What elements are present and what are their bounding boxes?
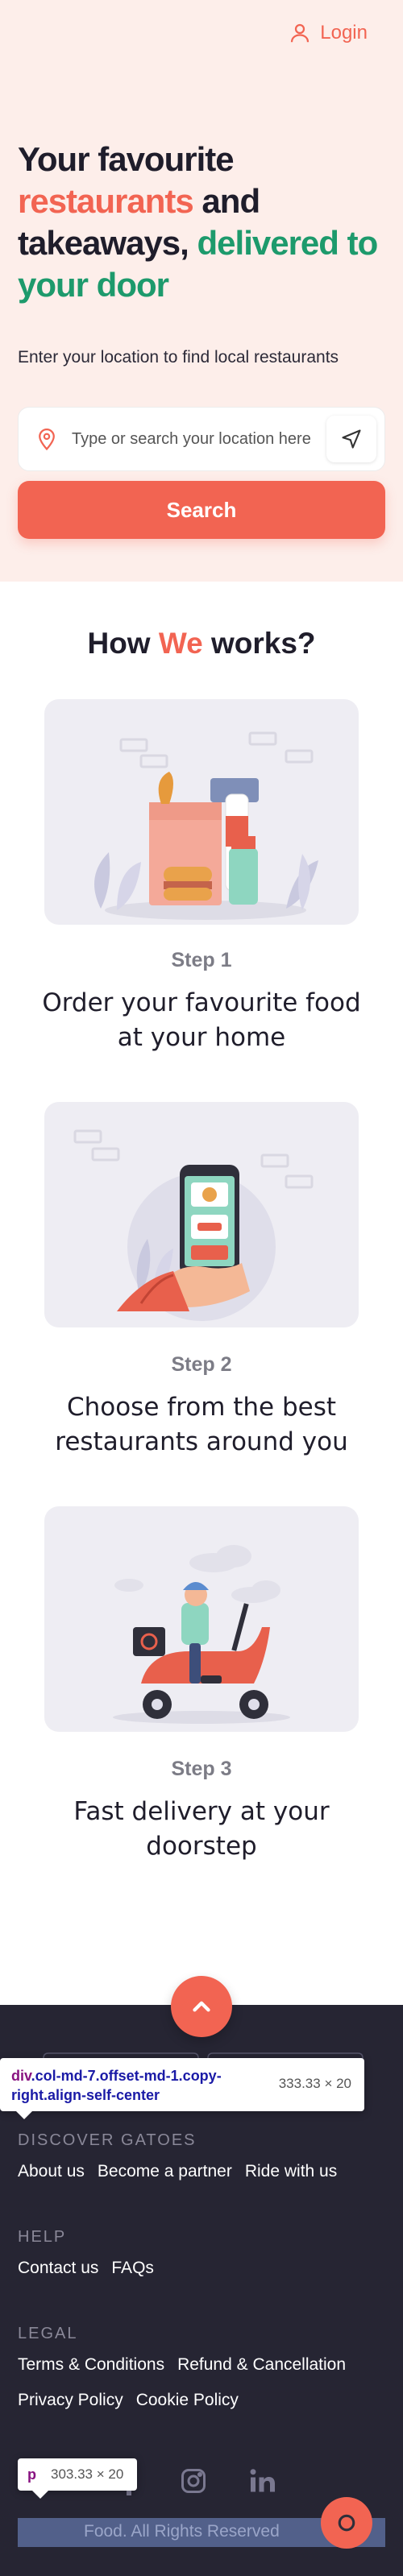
- tooltip-dimensions: 303.33 × 20: [51, 2466, 124, 2482]
- footer-link-partner[interactable]: Become a partner: [98, 2162, 232, 2181]
- footer-heading-legal: LEGAL: [18, 2325, 78, 2342]
- hero-section: Login Your favourite restaurants and tak…: [0, 0, 403, 582]
- location-search-box: [18, 407, 385, 471]
- tooltip-arrow: [32, 2491, 48, 2499]
- footer-link-terms[interactable]: Terms & Conditions: [18, 2355, 164, 2375]
- footer-link-contact[interactable]: Contact us: [18, 2259, 98, 2278]
- step-1-illustration: [44, 699, 359, 925]
- step-3-text: Fast delivery at your doorstep: [73, 1797, 330, 1861]
- footer-links-legal-row2: Privacy Policy Cookie Policy: [18, 2391, 239, 2410]
- login-link[interactable]: Login: [288, 21, 368, 45]
- step-2-text: Choose from the best restaurants around …: [55, 1393, 348, 1456]
- step-1-number: Step 1: [171, 949, 232, 971]
- step-3-number: Step 3: [171, 1758, 232, 1780]
- footer-link-about[interactable]: About us: [18, 2162, 85, 2181]
- linkedin-icon[interactable]: [247, 2465, 279, 2497]
- location-pin-icon: [39, 429, 55, 451]
- footer-link-privacy[interactable]: Privacy Policy: [18, 2391, 123, 2410]
- locate-me-button[interactable]: [326, 416, 376, 462]
- hero-title: Your favourite restaurants and takeaways…: [18, 140, 378, 304]
- how-it-works-title: How We works?: [87, 627, 316, 660]
- footer-links-legal-row1: Terms & Conditions Refund & Cancellation: [18, 2355, 346, 2375]
- scroll-to-top-button[interactable]: [171, 1976, 232, 2037]
- footer-link-ride[interactable]: Ride with us: [245, 2162, 337, 2181]
- tooltip-dimensions: 333.33 × 20: [278, 2076, 351, 2091]
- chat-icon: [338, 2514, 355, 2532]
- step-1-text: Order your favourite food at your home: [42, 988, 361, 1052]
- chevron-up-icon: [193, 2001, 210, 2012]
- step-3-illustration: [44, 1506, 359, 1732]
- chat-button[interactable]: [321, 2497, 372, 2549]
- tooltip-selector: div.col-md-7.offset-md-1.copy-right.alig…: [11, 2068, 222, 2103]
- login-label: Login: [320, 22, 368, 43]
- step-2-illustration: [44, 1102, 359, 1327]
- copyright-text: Food. All Rights Reserved: [84, 2522, 280, 2541]
- devtools-p-tooltip: p 303.33 × 20: [18, 2458, 137, 2499]
- search-button[interactable]: Search: [18, 481, 385, 539]
- footer-heading-help: HELP: [18, 2228, 67, 2246]
- tooltip-tag: p: [27, 2466, 36, 2483]
- footer-link-faqs[interactable]: FAQs: [111, 2259, 154, 2278]
- devtools-element-tooltip: div.col-md-7.offset-md-1.copy-right.alig…: [0, 2058, 364, 2119]
- instagram-icon[interactable]: [177, 2465, 210, 2497]
- user-icon: [291, 23, 310, 43]
- tooltip-arrow: [16, 2111, 32, 2119]
- footer-links-discover: About us Become a partner Ride with us: [18, 2162, 337, 2181]
- navigation-arrow-icon: [342, 429, 361, 449]
- step-2-number: Step 2: [171, 1353, 232, 1376]
- footer-links-help: Contact us FAQs: [18, 2259, 154, 2278]
- footer-heading-discover: DISCOVER GATOES: [18, 2131, 197, 2149]
- footer-link-refund[interactable]: Refund & Cancellation: [177, 2355, 346, 2375]
- location-search-input[interactable]: [72, 423, 326, 455]
- footer-link-cookie[interactable]: Cookie Policy: [136, 2391, 239, 2410]
- hero-subtitle: Enter your location to find local restau…: [18, 348, 339, 367]
